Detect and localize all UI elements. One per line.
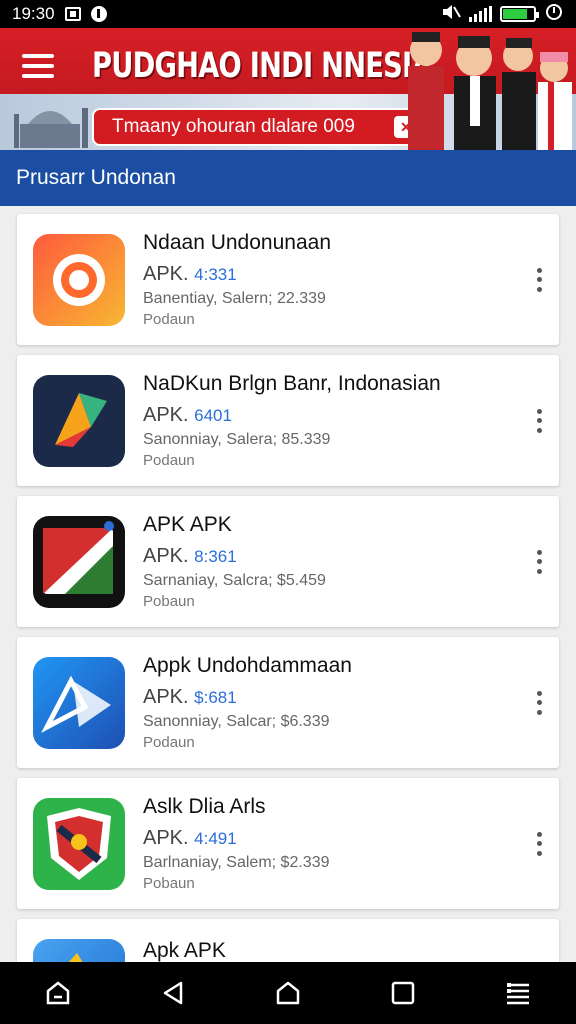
- app-meta: Sanonniay, Salcar; $6.339: [143, 713, 330, 730]
- app-sub: Podaun: [143, 734, 195, 751]
- shield-app-icon: [33, 797, 125, 890]
- section-title: Prusarr Undonan: [16, 166, 176, 189]
- version-prefix: APK.: [143, 404, 189, 426]
- header-banner: PUDGHAO INDI NNESIA Tmaany ohouran dlala…: [0, 28, 576, 150]
- signal-icon: [469, 6, 492, 22]
- promo-text: Tmaany ohouran dlalare 009: [112, 116, 355, 137]
- app-version: APK. 6401: [143, 404, 441, 427]
- app-sub: Pobaun: [143, 875, 195, 892]
- promo-banner[interactable]: Tmaany ohouran dlalare 009 ✕: [92, 108, 432, 146]
- app-name: Appk Undohdammaan: [143, 654, 352, 677]
- version-number: $:681: [194, 688, 237, 707]
- app-name: APK APK: [143, 513, 232, 536]
- kite-app-icon: [33, 374, 125, 467]
- more-options-icon[interactable]: [533, 549, 545, 574]
- menu-button[interactable]: [22, 54, 54, 78]
- app-version: APK. 4:331: [143, 263, 331, 286]
- info-icon: [90, 6, 107, 22]
- more-options-icon[interactable]: [533, 408, 545, 433]
- list-item[interactable]: Apk APK: [17, 919, 559, 962]
- app-sub: Podaun: [143, 452, 195, 469]
- card-app-icon: [33, 515, 125, 608]
- app-meta: Sanonniay, Salera; 85.339: [143, 431, 331, 448]
- version-prefix: APK.: [143, 263, 189, 285]
- app-name: Aslk Dlia Arls: [143, 795, 266, 818]
- version-number: 4:331: [194, 265, 237, 284]
- refresh-icon: [544, 2, 564, 27]
- app-sub: Podaun: [143, 311, 195, 328]
- more-options-icon[interactable]: [533, 831, 545, 856]
- list-item[interactable]: Ndaan Undonunaan APK. 4:331 Banentiay, S…: [17, 214, 559, 345]
- app-version: APK. $:681: [143, 686, 352, 709]
- section-header: Prusarr Undonan: [0, 150, 576, 206]
- version-prefix: APK.: [143, 686, 189, 708]
- more-options-icon[interactable]: [533, 690, 545, 715]
- more-options-icon[interactable]: [533, 267, 545, 292]
- list-item[interactable]: Appk Undohdammaan APK. $:681 Sanonniay, …: [17, 637, 559, 768]
- battery-icon: [500, 6, 539, 22]
- app-meta: Barlnaniay, Salem; $2.339: [143, 854, 330, 871]
- app-sub: Pobaun: [143, 593, 195, 610]
- app-meta: Sarnaniay, Salcra; $5.459: [143, 572, 326, 589]
- version-number: 4:491: [194, 829, 237, 848]
- overview-icon[interactable]: [383, 973, 423, 1013]
- version-prefix: APK.: [143, 827, 189, 849]
- camera-app-icon: [33, 233, 125, 326]
- version-number: 6401: [194, 406, 232, 425]
- menu-lines-icon[interactable]: [498, 973, 538, 1013]
- app-version: APK. 8:361: [143, 545, 326, 568]
- navigation-bar: [0, 962, 576, 1024]
- recents-alt-icon[interactable]: [38, 973, 78, 1013]
- cloud-app-icon: [33, 939, 125, 962]
- list-item[interactable]: Aslk Dlia Arls APK. 4:491 Barlnaniay, Sa…: [17, 778, 559, 909]
- status-time: 19:30: [12, 4, 55, 23]
- app-name: Ndaan Undonunaan: [143, 231, 331, 254]
- list-item[interactable]: NaDKun Brlgn Banr, Indonasian APK. 6401 …: [17, 355, 559, 486]
- back-icon[interactable]: [153, 973, 193, 1013]
- banner-title: PUDGHAO INDI NNESIA: [92, 46, 433, 86]
- triangle-app-icon: [33, 656, 125, 749]
- version-prefix: APK.: [143, 545, 189, 567]
- home-icon[interactable]: [268, 973, 308, 1013]
- mosque-illustration: [14, 108, 88, 148]
- app-version: APK. 4:491: [143, 827, 329, 850]
- mute-icon: [441, 4, 461, 25]
- app-name: Apk APK: [143, 939, 226, 962]
- list-item[interactable]: APK APK APK. 8:361 Sarnaniay, Salcra; $5…: [17, 496, 559, 627]
- version-number: 8:361: [194, 547, 237, 566]
- app-list[interactable]: Ndaan Undonunaan APK. 4:331 Banentiay, S…: [0, 206, 576, 962]
- app-meta: Banentiay, Salern; 22.339: [143, 290, 326, 307]
- app-name: NaDKun Brlgn Banr, Indonasian: [143, 372, 441, 395]
- people-illustration: [408, 32, 572, 150]
- status-bar: 19:30: [0, 0, 576, 28]
- notification-icon: [64, 7, 81, 21]
